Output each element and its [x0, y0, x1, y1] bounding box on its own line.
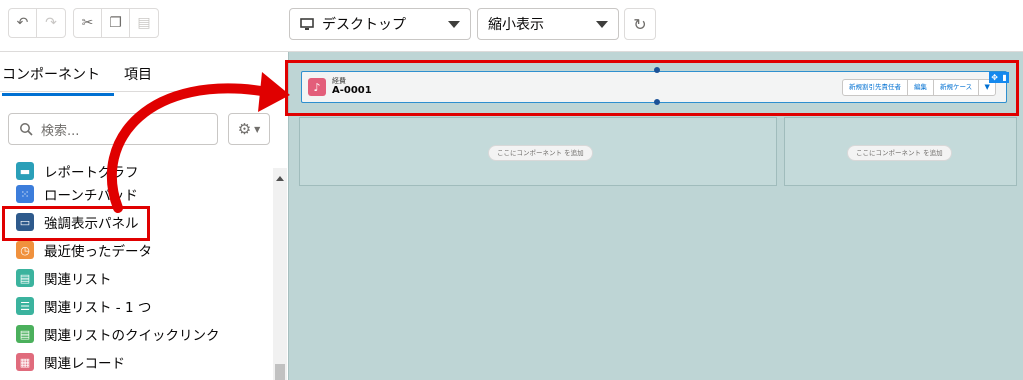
clock-icon: ◷ — [16, 241, 34, 259]
canvas-region-left[interactable]: ここにコンポーネント を追加 — [299, 117, 777, 186]
refresh-icon: ↻ — [633, 14, 647, 34]
list-item-label: 関連リストのクイックリンク — [44, 328, 220, 344]
component-search-input[interactable]: 検索... — [8, 113, 218, 145]
settings-dropdown-button[interactable]: ⚙ ▼ — [228, 113, 270, 145]
scroll-up-icon — [276, 176, 284, 181]
builder-toolbar: ↶ ↷ ✂ ❐ ▤ デスクトップ 縮小表示 ↻ — [0, 0, 1023, 52]
list-item-label: 関連リスト - 1 つ — [44, 300, 152, 316]
search-icon — [20, 123, 33, 136]
chevron-down-icon — [448, 21, 460, 28]
zoom-select[interactable]: 縮小表示 — [477, 8, 619, 40]
redo-icon: ↷ — [45, 15, 57, 31]
list-item-label: 関連リスト — [44, 272, 112, 288]
list-item[interactable]: ◷ 最近使ったデータ — [16, 239, 152, 261]
component-list: ▬ レポートグラフ ⁙ ローンチパッド ▭ 強調表示パネル ◷ 最近使ったデータ… — [0, 160, 272, 380]
undo-icon: ↶ — [16, 15, 29, 31]
paste-button[interactable]: ▤ — [130, 9, 158, 37]
list-item-label: レポートグラフ — [44, 165, 139, 181]
related-list-icon: ▤ — [16, 269, 34, 287]
list-item-label: 最近使ったデータ — [44, 244, 152, 260]
cut-button[interactable]: ✂ — [74, 9, 102, 37]
tab-fields[interactable]: 項目 — [124, 64, 152, 84]
desktop-icon — [300, 18, 314, 30]
device-select[interactable]: デスクトップ — [289, 8, 471, 40]
launchpad-icon: ⁙ — [16, 185, 34, 203]
list-item[interactable]: ▦ 関連レコード — [16, 351, 125, 373]
add-component-here-button[interactable]: ここにコンポーネント を追加 — [847, 145, 952, 161]
scroll-thumb[interactable] — [275, 364, 285, 380]
cut-icon: ✂ — [81, 15, 94, 31]
list-item-label: ローンチパッド — [44, 188, 138, 204]
panel-tabs: コンポーネント 項目 — [0, 52, 280, 96]
list-item[interactable]: ▤ 関連リスト — [16, 267, 112, 289]
chevron-down-icon — [596, 21, 608, 28]
redo-button[interactable]: ↷ — [37, 9, 65, 37]
report-chart-icon: ▬ — [16, 162, 34, 180]
related-record-icon: ▦ — [16, 353, 34, 371]
search-placeholder: 検索... — [41, 123, 80, 139]
list-item-label: 関連レコード — [44, 356, 125, 372]
copy-button[interactable]: ❐ — [102, 9, 130, 37]
list-item[interactable]: ⁙ ローンチパッド — [16, 183, 138, 205]
quick-links-icon: ▤ — [16, 325, 34, 343]
component-list-scrollbar[interactable] — [273, 168, 287, 380]
related-list-single-icon: ☰ — [16, 297, 34, 315]
chevron-down-icon: ▼ — [254, 124, 261, 134]
canvas-region-right[interactable]: ここにコンポーネント を追加 — [784, 117, 1017, 186]
refresh-button[interactable]: ↻ — [624, 8, 656, 40]
list-item[interactable]: ▬ レポートグラフ — [16, 160, 139, 182]
list-item[interactable]: ☰ 関連リスト - 1 つ — [16, 295, 151, 317]
add-component-here-button[interactable]: ここにコンポーネント を追加 — [488, 145, 593, 161]
paste-icon: ▤ — [137, 15, 151, 31]
copy-icon: ❐ — [109, 15, 122, 31]
device-select-value: デスクトップ — [322, 17, 406, 33]
annotation-box-highlight-panel-item — [2, 206, 150, 241]
list-item[interactable]: ▤ 関連リストのクイックリンク — [16, 323, 220, 345]
annotation-box-canvas-header — [285, 60, 1019, 116]
history-button-group: ↶ ↷ — [8, 8, 66, 38]
undo-button[interactable]: ↶ — [9, 9, 37, 37]
tab-components[interactable]: コンポーネント — [2, 64, 114, 96]
clipboard-button-group: ✂ ❐ ▤ — [73, 8, 159, 38]
zoom-select-value: 縮小表示 — [488, 17, 544, 33]
gear-icon: ⚙ — [237, 120, 252, 138]
